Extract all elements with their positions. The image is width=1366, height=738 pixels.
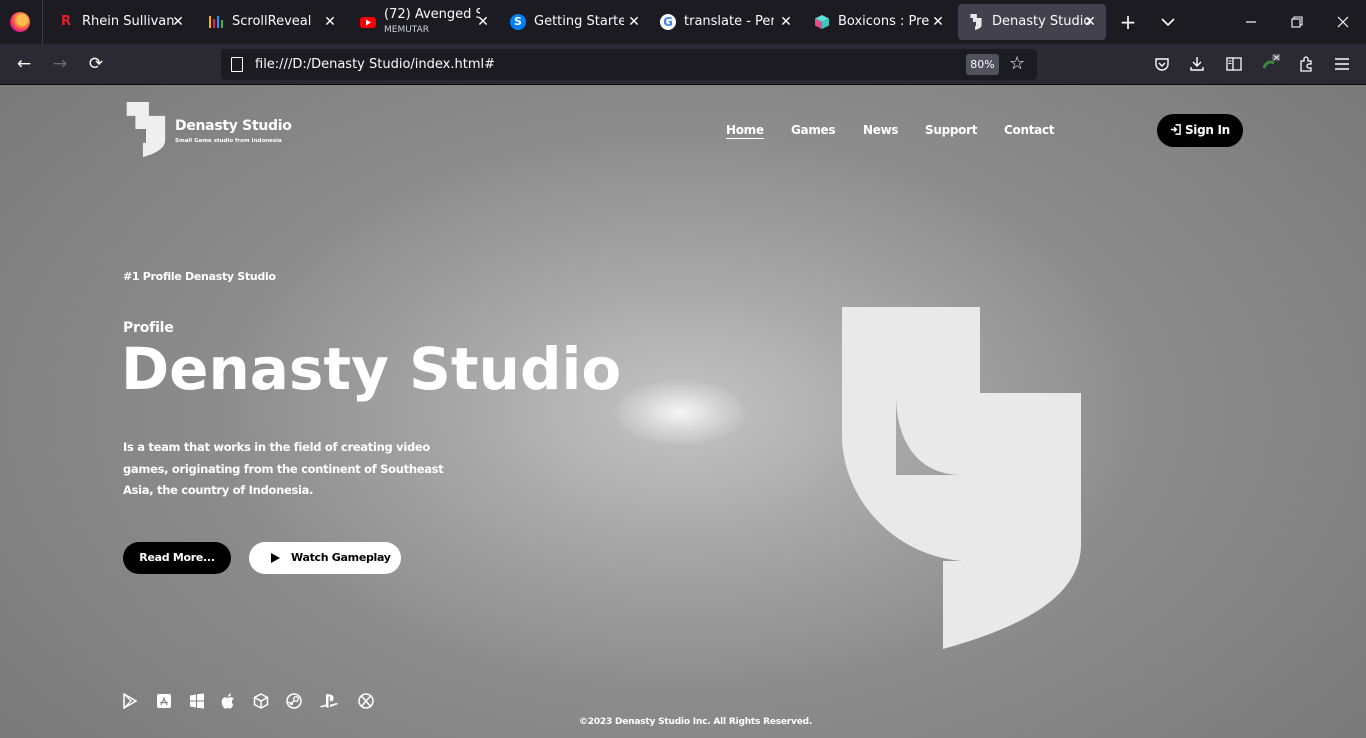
page-viewport: Denasty Studio Small Game studio from In…	[0, 85, 1366, 738]
tab-scrollreveal[interactable]: ScrollReveal ✕	[198, 4, 346, 40]
restore-window-icon[interactable]	[1283, 8, 1311, 36]
tab-swiper[interactable]: S Getting Started Wi ✕	[500, 4, 646, 40]
swiper-favicon-icon: S	[510, 14, 526, 30]
hero-eyebrow: Profile	[123, 320, 174, 336]
page-file-icon[interactable]	[231, 57, 243, 72]
extension-icon[interactable]	[1256, 50, 1284, 78]
tab-youtube[interactable]: (72) Avenged Seve MEMUTAR ✕	[350, 4, 496, 40]
boxicons-favicon-icon	[814, 14, 830, 30]
playstation-icon[interactable]	[318, 693, 340, 711]
windows-icon[interactable]	[188, 693, 206, 711]
watch-gameplay-label: Watch Gameplay	[291, 551, 391, 564]
app-store-icon[interactable]	[155, 693, 173, 711]
tab-close-icon[interactable]: ✕	[473, 12, 493, 32]
hero-logo-mark	[842, 307, 1081, 649]
steam-icon[interactable]	[285, 693, 303, 711]
tab-close-icon[interactable]: ✕	[624, 12, 644, 32]
app-menu-icon[interactable]	[1328, 50, 1356, 78]
url-bar[interactable]: file:///D:/Denasty Studio/index.html# 80…	[221, 49, 1037, 80]
nav-contact[interactable]: Contact	[1004, 123, 1054, 137]
nav-support[interactable]: Support	[925, 123, 977, 137]
play-icon	[271, 553, 280, 563]
site-brand-name[interactable]: Denasty Studio	[175, 118, 292, 134]
minimize-window-icon[interactable]	[1237, 8, 1265, 36]
footer-copyright: ©2023 Denasty Studio Inc. All Rights Res…	[579, 717, 813, 727]
unity-icon[interactable]	[252, 693, 270, 711]
url-text[interactable]: file:///D:/Denasty Studio/index.html#	[255, 56, 495, 73]
tab-title: Rhein Sullivan	[82, 14, 175, 29]
browser-nav-bar: ← → ⟳ file:///D:/Denasty Studio/index.ht…	[0, 44, 1366, 85]
apple-icon[interactable]	[220, 693, 238, 711]
sign-in-button[interactable]: Sign In	[1157, 114, 1243, 147]
close-window-icon[interactable]	[1329, 8, 1357, 36]
nav-home[interactable]: Home	[726, 123, 764, 139]
tab-close-icon[interactable]: ✕	[776, 12, 796, 32]
youtube-favicon-icon	[360, 14, 376, 30]
rhein-favicon-icon: R	[58, 14, 74, 30]
site-brand-tagline: Small Game studio from Indonesia	[175, 138, 282, 144]
hero-description: Is a team that works in the field of cre…	[123, 440, 444, 497]
extensions-puzzle-icon[interactable]	[1292, 50, 1320, 78]
reload-icon[interactable]: ⟳	[82, 50, 110, 78]
back-arrow-icon[interactable]: ←	[10, 50, 38, 78]
read-more-button[interactable]: Read More...	[123, 542, 231, 574]
google-play-icon[interactable]	[121, 692, 139, 711]
firefox-logo-icon[interactable]	[10, 12, 30, 32]
background-glow	[615, 380, 745, 445]
sidebar-toggle-icon[interactable]	[1220, 50, 1248, 78]
sign-in-label: Sign In	[1184, 123, 1230, 137]
tab-title: Boxicons : Premiu	[838, 14, 930, 29]
tab-translate[interactable]: G translate - Penelus ✕	[650, 4, 796, 40]
denasty-favicon-icon	[968, 14, 984, 30]
tab-subtitle: MEMUTAR	[384, 25, 430, 35]
xbox-icon[interactable]	[357, 693, 375, 711]
list-all-tabs-icon[interactable]	[1154, 8, 1182, 36]
tab-close-icon[interactable]: ✕	[320, 12, 340, 32]
tab-close-icon[interactable]: ✕	[168, 12, 188, 32]
tab-separator	[42, 0, 43, 44]
tab-boxicons[interactable]: Boxicons : Premiu ✕	[804, 4, 950, 40]
nav-news[interactable]: News	[863, 123, 899, 137]
tab-title: ScrollReveal	[232, 14, 312, 29]
tab-title: Getting Started Wi	[534, 14, 624, 29]
zoom-level-button[interactable]: 80%	[966, 54, 999, 75]
nav-games[interactable]: Games	[791, 123, 836, 137]
forward-arrow-icon[interactable]: →	[46, 50, 74, 78]
tab-denasty-studio[interactable]: Denasty Studio ✕	[958, 4, 1106, 40]
sign-in-icon	[1170, 123, 1185, 137]
scrollreveal-favicon-icon	[208, 14, 224, 30]
hero-title: Denasty Studio	[121, 335, 622, 403]
browser-tab-bar: R Rhein Sullivan ✕ ScrollReveal ✕ (72) A…	[0, 0, 1366, 44]
tab-rhein-sullivan[interactable]: R Rhein Sullivan ✕	[48, 4, 192, 40]
tab-title: (72) Avenged Seve	[384, 8, 480, 22]
tab-close-icon[interactable]: ✕	[1080, 12, 1100, 32]
google-favicon-icon: G	[660, 14, 676, 30]
tab-close-icon[interactable]: ✕	[928, 12, 948, 32]
pocket-icon[interactable]	[1148, 50, 1176, 78]
bookmark-star-icon[interactable]: ☆	[1009, 52, 1025, 76]
hero-kicker: #1 Profile Denasty Studio	[123, 270, 276, 283]
denasty-logo-icon[interactable]	[126, 102, 166, 157]
tab-title: translate - Penelus	[684, 14, 774, 29]
new-tab-icon[interactable]: +	[1114, 8, 1142, 36]
tab-title: Denasty Studio	[992, 14, 1092, 29]
watch-gameplay-button[interactable]: Watch Gameplay	[249, 542, 401, 574]
downloads-icon[interactable]	[1183, 50, 1211, 78]
